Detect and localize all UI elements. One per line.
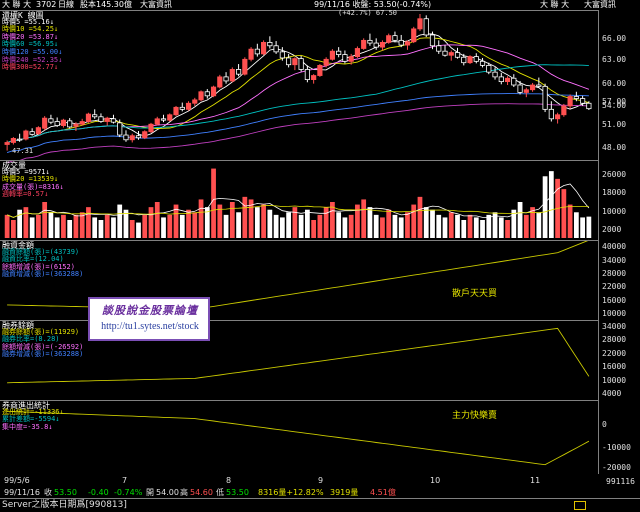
margin-tick: 28000	[602, 269, 627, 278]
status-low-label: 低	[216, 488, 224, 497]
date-start: 99/5/6	[4, 476, 30, 485]
volume-tick: 26000	[602, 170, 627, 179]
margin-axis	[598, 240, 640, 320]
status-close-label: 收	[44, 488, 52, 497]
price-legend: 還權K 線圖 時價5 =55.16↓ 時價10 =54.25↓ 時價20 =53…	[2, 11, 62, 72]
margin-tick: 40000	[602, 242, 627, 251]
right-stock-name: 大 聯 大	[540, 0, 570, 9]
status-volume-2: 3919量	[330, 488, 359, 497]
broker-panel	[0, 400, 598, 474]
price-tick: 54.00	[602, 101, 627, 110]
watermark-url: http://tu1.sytes.net/stock	[101, 321, 199, 332]
price-tick: 63.00	[602, 55, 627, 64]
right-source: 大富資訊	[584, 0, 616, 9]
legend-ma300: 時價300=52.77↓	[2, 63, 59, 72]
status-date: 99/11/16	[4, 488, 40, 497]
capital-label: 股本145.30億	[80, 0, 132, 9]
status-volume: 8316量+12.82%	[258, 488, 324, 497]
status-change: -0.40	[88, 488, 109, 497]
price-tick: 48.00	[602, 143, 627, 152]
volume-tick: 2000	[602, 225, 622, 234]
margin-annotation: 散戶天天買	[452, 289, 498, 299]
broker-tick: 0	[602, 420, 607, 429]
stock-code: 3702	[36, 0, 57, 9]
margin-tick: 16000	[602, 296, 627, 305]
date-month: 8	[226, 476, 232, 485]
price-tick: 51.00	[602, 120, 627, 129]
short-tick: 34000	[602, 322, 627, 331]
watermark-title: 談股說金股票論壇	[102, 304, 198, 317]
title-bar: 大 聯 大 3702 日線 股本145.30億 大富資訊 99/11/16 收盤…	[0, 0, 640, 10]
margin-tick: 34000	[602, 256, 627, 265]
short-legend: 融券餘額 融券餘額(張)=(11929) 融券比率=(8.28) 餘額增減(張)…	[2, 321, 83, 359]
status-high: 54.60	[190, 488, 213, 497]
margin-legend: 融資金額 融資餘額(張)=(43739) 融資比率=(12.04) 餘額增減(張…	[2, 241, 83, 279]
legend-turnover: 週轉率=0.57↓	[2, 190, 49, 199]
margin-tick: 22000	[602, 282, 627, 291]
footer-button[interactable]	[574, 501, 586, 510]
date-month: 7	[122, 476, 128, 485]
status-open-label: 開	[146, 488, 154, 497]
date-month: 10	[430, 476, 441, 485]
margin-tick: 10000	[602, 309, 627, 318]
status-amount: 4.51億	[370, 488, 396, 497]
status-pct: -0.74%	[114, 488, 143, 497]
broker-annotation: 主力快樂賣	[452, 411, 498, 421]
date-axis: 99/5/6 7 8 9 10 11	[0, 474, 598, 488]
volume-tick: 18000	[602, 188, 627, 197]
price-tick: 66.00	[602, 34, 627, 43]
short-tick: 28000	[602, 335, 627, 344]
stock-name: 大 聯 大	[2, 0, 32, 9]
volume-panel	[0, 160, 598, 240]
short-axis	[598, 320, 640, 400]
short-tick: 22000	[602, 349, 627, 358]
broker-legend: 券商進出統計 進出統計=-11336↓ 累計差額=-5594↓ 集中度=-35.…	[2, 401, 64, 431]
footer-bar: Server之版本日期爲[990813]	[0, 498, 640, 512]
source-label: 大富資訊	[140, 0, 172, 9]
date-month: 11	[530, 476, 541, 485]
broker-tick: -10000	[602, 443, 631, 452]
price-panel	[0, 10, 598, 160]
legend-margin-delta: 融資增減(張)=(363288)	[2, 270, 84, 279]
server-version: Server之版本日期爲[990813]	[2, 500, 127, 510]
forum-watermark: 談股說金股票論壇 http://tu1.sytes.net/stock	[88, 297, 210, 341]
status-bar: 99/11/16 收 53.50 -0.40 -0.74% 開 54.00 高 …	[0, 488, 640, 498]
status-low: 53.50	[226, 488, 249, 497]
volume-tick: 10000	[602, 207, 627, 216]
legend-short-delta: 融券增減(張)=(363288)	[2, 350, 84, 359]
date-end: 991116	[606, 477, 635, 486]
short-tick: 16000	[602, 362, 627, 371]
peak-change-label: (+42.7%) 67.50	[338, 9, 398, 17]
low-price-label: 47.31	[12, 147, 34, 155]
volume-legend: 成交量 時價5 =9571↓ 時價20 =13539↓ 成交量(張)=8316↓…	[2, 161, 64, 199]
date-month: 9	[318, 476, 324, 485]
period-label[interactable]: 日線	[58, 0, 74, 10]
legend-broker-conc: 集中度=-35.8↓	[2, 422, 53, 431]
status-close: 53.50	[54, 488, 77, 497]
broker-tick: -20000	[602, 463, 631, 472]
short-tick: 10000	[602, 376, 627, 385]
status-open: 54.00	[156, 488, 179, 497]
short-tick: 4000	[602, 389, 622, 398]
status-high-label: 高	[180, 488, 188, 497]
price-tick: 60.00	[602, 79, 627, 88]
